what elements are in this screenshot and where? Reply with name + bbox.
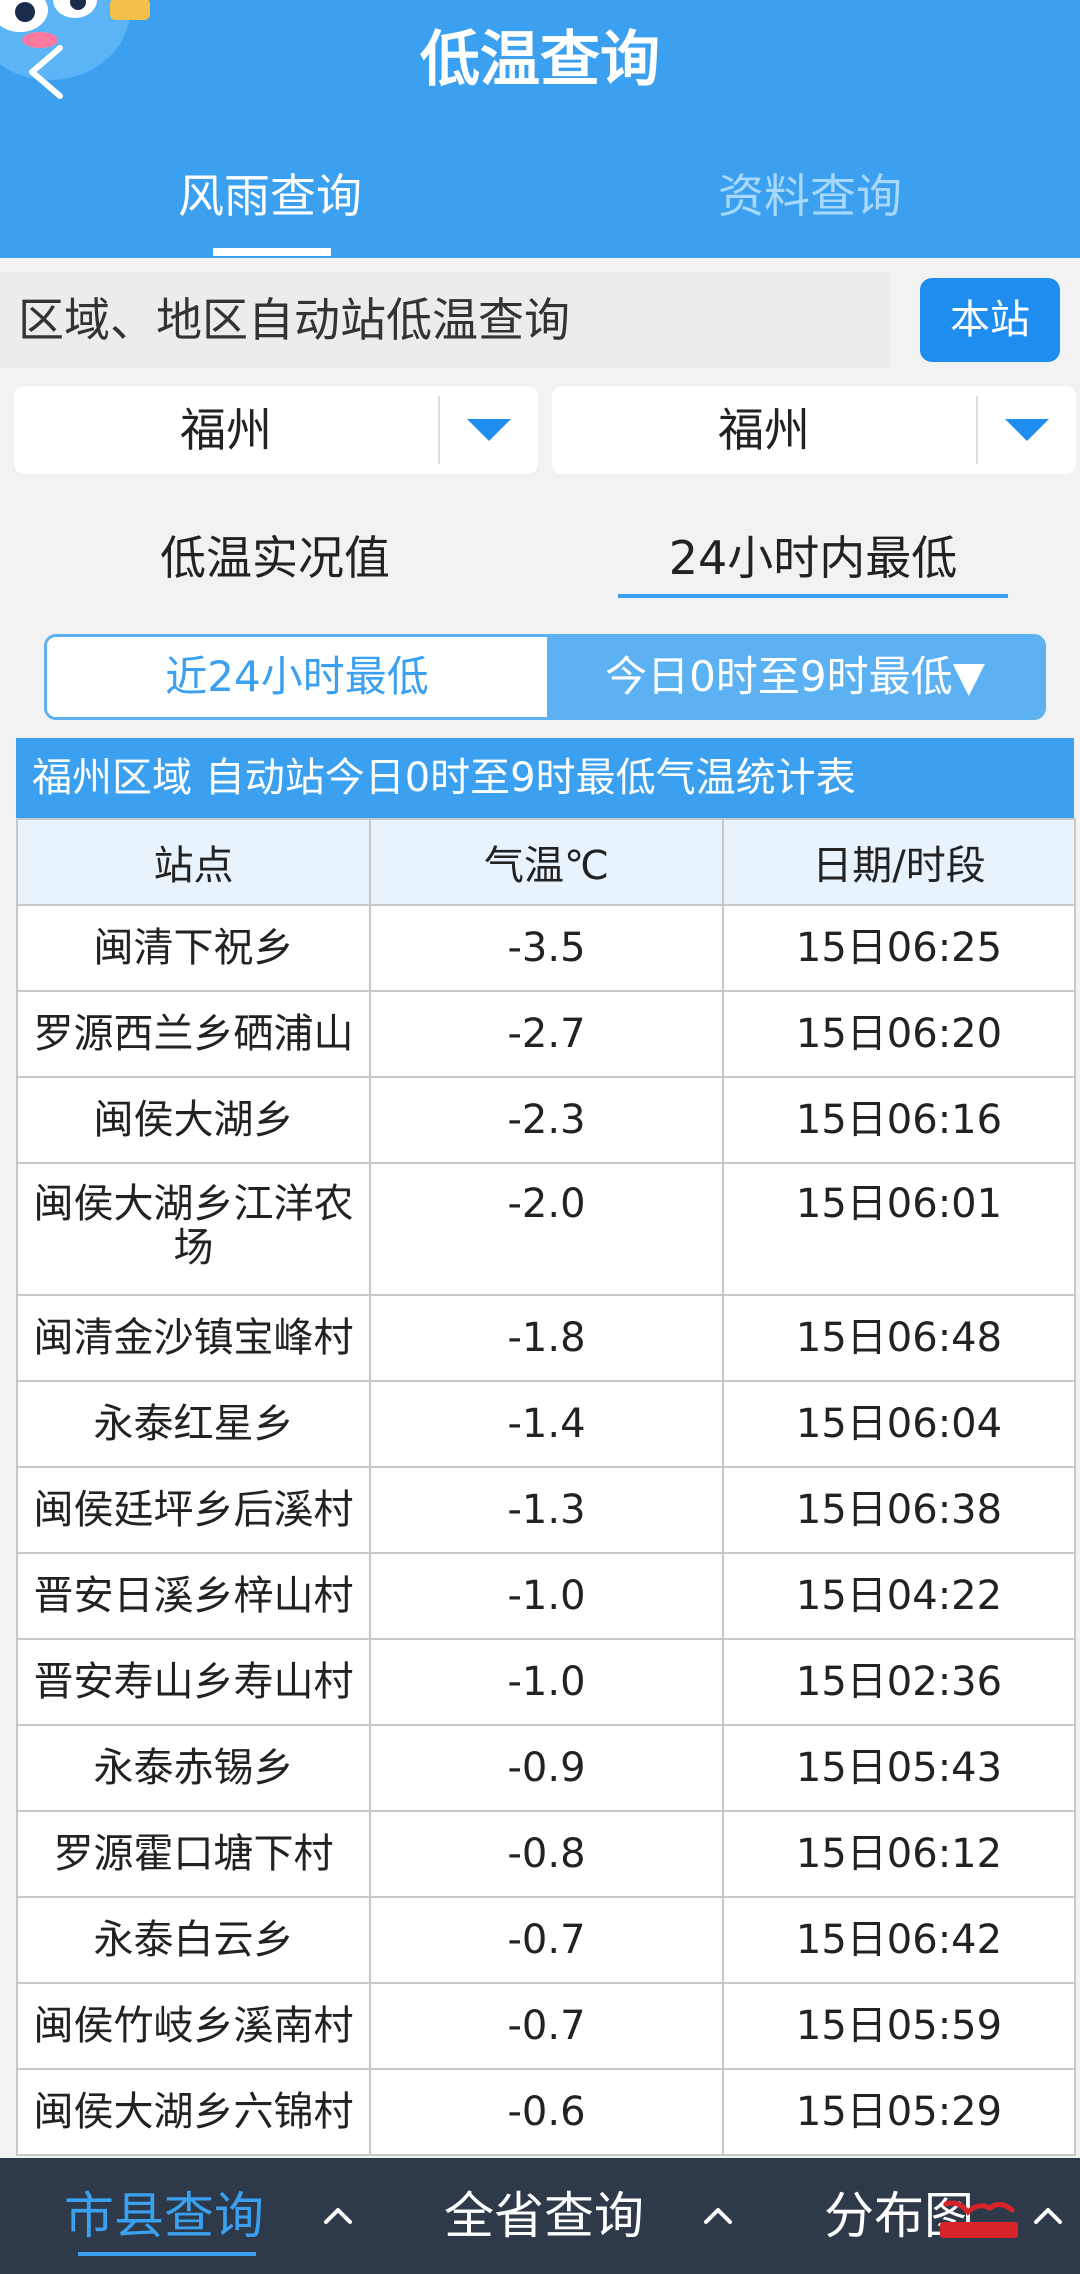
dropdown-arrow-icon [1005, 419, 1049, 441]
dropdown-arrow-icon [467, 419, 511, 441]
table-row[interactable]: 闽侯竹岐乡溪南村 -0.7 15日05:59 [16, 1982, 1076, 2070]
temperature-cell: -1.4 [369, 1380, 724, 1468]
temperature-cell: -1.3 [369, 1466, 724, 1554]
table-row[interactable]: 罗源霍口塘下村 -0.8 15日06:12 [16, 1810, 1076, 1898]
temperature-cell: -0.9 [369, 1724, 724, 1812]
area-dropdown-value: 福州 [718, 403, 810, 457]
table-row[interactable]: 永泰白云乡 -0.7 15日06:42 [16, 1896, 1076, 1984]
mode-24h-low[interactable]: 24小时内最低 [618, 518, 1008, 598]
station-cell: 闽侯竹岐乡溪南村 [16, 1982, 371, 2070]
active-tab-indicator [213, 248, 331, 256]
datetime-cell: 15日06:48 [722, 1294, 1076, 1382]
table-row[interactable]: 晋安日溪乡梓山村 -1.0 15日04:22 [16, 1552, 1076, 1640]
datetime-cell: 15日06:04 [722, 1380, 1076, 1468]
station-cell: 罗源西兰乡硒浦山 [16, 990, 371, 1078]
datetime-cell: 15日02:36 [722, 1638, 1076, 1726]
temperature-cell: -2.3 [369, 1076, 724, 1164]
nav-province-query[interactable]: 全省查询 [444, 2158, 644, 2274]
table-row[interactable]: 闽侯大湖乡江洋农场 -2.0 15日06:01 [16, 1162, 1076, 1296]
temperature-cell: -3.5 [369, 904, 724, 992]
column-header-temperature[interactable]: 气温℃ [369, 818, 724, 906]
temperature-cell: -1.0 [369, 1638, 724, 1726]
temperature-cell: -1.0 [369, 1552, 724, 1640]
station-cell: 晋安寿山乡寿山村 [16, 1638, 371, 1726]
datetime-cell: 15日04:22 [722, 1552, 1076, 1640]
area-dropdown[interactable]: 福州 [552, 386, 1076, 474]
watermark-logo [940, 2200, 1018, 2238]
low-temp-table: 站点 气温℃ 日期/时段 闽清下祝乡 -3.5 15日06:25 罗源西兰乡硒浦… [16, 818, 1076, 2156]
region-dropdown-value: 福州 [180, 403, 272, 457]
tab-data-query[interactable]: 资料查询 [540, 160, 1080, 232]
station-cell: 闽侯廷坪乡后溪村 [16, 1466, 371, 1554]
nav-city-county-query[interactable]: 市县查询 [64, 2158, 264, 2274]
temperature-cell: -0.7 [369, 1896, 724, 1984]
query-label: 区域、地区自动站低温查询 [0, 272, 890, 368]
table-row[interactable]: 闽侯大湖乡 -2.3 15日06:16 [16, 1076, 1076, 1164]
chevron-up-icon[interactable] [700, 2198, 736, 2234]
column-header-station[interactable]: 站点 [16, 818, 371, 906]
station-cell: 永泰白云乡 [16, 1896, 371, 1984]
datetime-cell: 15日06:12 [722, 1810, 1076, 1898]
temperature-cell: -2.7 [369, 990, 724, 1078]
bottom-nav: 市县查询 全省查询 分布图 [0, 2158, 1080, 2274]
datetime-cell: 15日06:01 [722, 1162, 1076, 1296]
datetime-cell: 15日06:16 [722, 1076, 1076, 1164]
station-cell: 闽侯大湖乡六锦村 [16, 2068, 371, 2156]
mode-indicator [618, 594, 1008, 598]
column-header-datetime[interactable]: 日期/时段 [722, 818, 1076, 906]
period-segmented-control: 近24小时最低 今日0时至9时最低▼ [44, 634, 1046, 720]
temperature-cell: -0.7 [369, 1982, 724, 2070]
table-row[interactable]: 永泰赤锡乡 -0.9 15日05:43 [16, 1724, 1076, 1812]
header: 低温查询 风雨查询 资料查询 [0, 0, 1080, 258]
mode-realtime-low[interactable]: 低温实况值 [80, 518, 470, 598]
datetime-cell: 15日05:43 [722, 1724, 1076, 1812]
table-row[interactable]: 永泰红星乡 -1.4 15日06:04 [16, 1380, 1076, 1468]
datetime-cell: 15日06:42 [722, 1896, 1076, 1984]
segment-today-0-9[interactable]: 今日0时至9时最低▼ [547, 637, 1043, 717]
temperature-cell: -0.6 [369, 2068, 724, 2156]
station-cell: 闽清金沙镇宝峰村 [16, 1294, 371, 1382]
datetime-cell: 15日05:59 [722, 1982, 1076, 2070]
temperature-cell: -0.8 [369, 1810, 724, 1898]
table-title: 福州区域 自动站今日0时至9时最低气温统计表 [16, 738, 1074, 818]
local-station-button[interactable]: 本站 [920, 278, 1060, 362]
datetime-cell: 15日06:38 [722, 1466, 1076, 1554]
table-row[interactable]: 晋安寿山乡寿山村 -1.0 15日02:36 [16, 1638, 1076, 1726]
datetime-cell: 15日05:29 [722, 2068, 1076, 2156]
region-dropdown[interactable]: 福州 [14, 386, 538, 474]
datetime-cell: 15日06:25 [722, 904, 1076, 992]
table-row[interactable]: 闽侯大湖乡六锦村 -0.6 15日05:29 [16, 2068, 1076, 2156]
station-cell: 闽清下祝乡 [16, 904, 371, 992]
active-nav-indicator [78, 2252, 256, 2256]
table-row[interactable]: 罗源西兰乡硒浦山 -2.7 15日06:20 [16, 990, 1076, 1078]
temperature-cell: -1.8 [369, 1294, 724, 1382]
station-cell: 永泰红星乡 [16, 1380, 371, 1468]
table-header-row: 站点 气温℃ 日期/时段 [16, 818, 1076, 906]
station-cell: 闽侯大湖乡 [16, 1076, 371, 1164]
table-row[interactable]: 闽清下祝乡 -3.5 15日06:25 [16, 904, 1076, 992]
station-cell: 闽侯大湖乡江洋农场 [16, 1162, 371, 1296]
temperature-cell: -2.0 [369, 1162, 724, 1296]
chevron-up-icon[interactable] [1030, 2198, 1066, 2234]
station-cell: 罗源霍口塘下村 [16, 1810, 371, 1898]
table-row[interactable]: 闽侯廷坪乡后溪村 -1.3 15日06:38 [16, 1466, 1076, 1554]
tab-wind-rain[interactable]: 风雨查询 [0, 160, 540, 232]
datetime-cell: 15日06:20 [722, 990, 1076, 1078]
page-title: 低温查询 [420, 25, 660, 95]
segment-last-24h[interactable]: 近24小时最低 [47, 637, 547, 717]
station-cell: 永泰赤锡乡 [16, 1724, 371, 1812]
chevron-up-icon[interactable] [320, 2198, 356, 2234]
station-cell: 晋安日溪乡梓山村 [16, 1552, 371, 1640]
table-row[interactable]: 闽清金沙镇宝峰村 -1.8 15日06:48 [16, 1294, 1076, 1382]
